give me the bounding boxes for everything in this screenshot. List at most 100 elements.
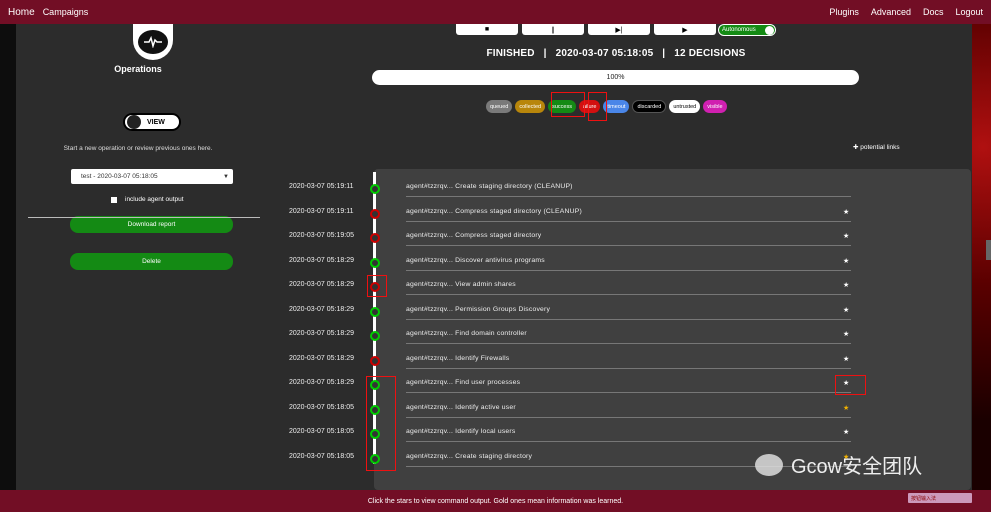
checkbox[interactable] bbox=[111, 196, 117, 203]
nav-logout[interactable]: Logout bbox=[955, 7, 983, 17]
pause-button[interactable]: ∥ bbox=[522, 24, 584, 35]
status-dot[interactable] bbox=[370, 208, 380, 219]
watermark: Gcow安全团队 bbox=[755, 450, 922, 479]
decision-date: 2020-03-07 05:18:05 bbox=[289, 428, 354, 435]
decision-date: 2020-03-07 05:18:29 bbox=[289, 354, 354, 362]
decision-date: 2020-03-07 05:18:29 bbox=[289, 256, 354, 264]
start-instructions: Start a new operation or review previous… bbox=[63, 145, 213, 152]
decision-text[interactable]: agent#tzzrqv... View admin shares bbox=[406, 281, 516, 288]
autonomous-label: Autonomous bbox=[722, 27, 756, 33]
status-dot[interactable] bbox=[370, 355, 380, 366]
decision-text[interactable]: agent#tzzrqv... Identify active user bbox=[406, 404, 516, 411]
nav-advanced[interactable]: Advanced bbox=[871, 7, 911, 17]
include-agent-output-label: include agent output bbox=[125, 196, 184, 203]
decision-date: 2020-03-07 05:18:29 bbox=[289, 330, 354, 337]
star-icon[interactable]: ★ bbox=[843, 208, 849, 216]
star-icon[interactable]: ★ bbox=[843, 428, 849, 436]
decision-date: 2020-03-07 05:19:11 bbox=[289, 183, 354, 190]
play-button[interactable]: ▶ bbox=[654, 24, 716, 35]
row-divider bbox=[406, 294, 851, 295]
view-toggle[interactable]: VIEW bbox=[123, 113, 181, 131]
footer-bar: Click the stars to view command output. … bbox=[0, 490, 991, 512]
watermark-text: Gcow安全团队 bbox=[791, 456, 923, 478]
row-divider bbox=[406, 196, 851, 197]
decision-date: 2020-03-07 05:18:29 bbox=[289, 305, 354, 313]
app-window: { "topnav": { "left": ["Home", "Campaign… bbox=[0, 0, 991, 512]
progress-bar: 100% bbox=[372, 70, 859, 85]
decision-date: 2020-03-07 05:18:29 bbox=[289, 379, 354, 386]
decision-date: 2020-03-07 05:19:11 bbox=[289, 207, 354, 215]
highlight-box bbox=[835, 375, 866, 395]
star-icon[interactable]: ★ bbox=[843, 355, 849, 363]
status-dot[interactable] bbox=[370, 184, 380, 194]
decision-text[interactable]: agent#tzzrqv... Identify local users bbox=[406, 428, 515, 435]
decision-date: 2020-03-07 05:18:05 bbox=[289, 403, 354, 411]
decision-text[interactable]: agent#tzzrqv... Find user processes bbox=[406, 379, 520, 386]
nav-plugins[interactable]: Plugins bbox=[829, 7, 859, 17]
row-divider bbox=[406, 245, 851, 246]
status-dot[interactable] bbox=[370, 233, 380, 243]
star-icon[interactable]: ★ bbox=[843, 404, 849, 412]
highlight-box bbox=[366, 376, 396, 471]
footer-hint: Click the stars to view command output. … bbox=[367, 497, 624, 505]
stop-button[interactable]: ■ bbox=[456, 24, 518, 35]
decision-date: 2020-03-07 05:19:05 bbox=[289, 232, 354, 239]
decision-text[interactable]: agent#tzzrqv... Compress staged director… bbox=[406, 232, 541, 239]
status-dot[interactable] bbox=[370, 306, 380, 317]
status-chip-0[interactable]: queued bbox=[486, 100, 513, 113]
status-dot[interactable] bbox=[370, 257, 380, 268]
nav-campaigns[interactable]: Campaigns bbox=[43, 7, 89, 17]
nav-docs[interactable]: Docs bbox=[923, 7, 944, 17]
operations-sidebar: Operations VIEW Start a new operation or… bbox=[16, 24, 260, 490]
decision-text[interactable]: agent#tzzrqv... Create staging directory bbox=[406, 453, 532, 460]
toggle-knob bbox=[765, 25, 774, 35]
decision-text[interactable]: agent#tzzrqv... Create staging directory… bbox=[406, 183, 573, 190]
download-report-button[interactable]: Download report bbox=[70, 216, 233, 233]
row-divider bbox=[406, 318, 851, 320]
star-icon[interactable]: ★ bbox=[843, 257, 849, 265]
row-divider bbox=[406, 269, 851, 271]
highlight-box bbox=[588, 92, 607, 121]
decision-text[interactable]: agent#tzzrqv... Compress staged director… bbox=[406, 208, 582, 215]
operation-status: FINISHED | 2020-03-07 05:18:05 | 12 DECI… bbox=[486, 48, 746, 59]
decision-row: 2020-03-07 05:18:29 agent#tzzrqv... Find … bbox=[260, 327, 972, 347]
toggle-knob bbox=[127, 115, 141, 129]
chat-icon bbox=[755, 453, 783, 476]
decision-text[interactable]: agent#tzzrqv... Discover antivirus progr… bbox=[406, 257, 545, 264]
decision-row: 2020-03-07 05:18:29 agent#tzzrqv... Disco… bbox=[260, 254, 972, 274]
autonomous-toggle[interactable]: Autonomous bbox=[718, 24, 776, 36]
decision-date: 2020-03-07 05:18:29 bbox=[289, 281, 354, 288]
decision-row: 2020-03-07 05:19:05 agent#tzzrqv... Compr… bbox=[260, 229, 972, 249]
decision-text[interactable]: agent#tzzrqv... Identify Firewalls bbox=[406, 355, 509, 362]
star-icon[interactable]: ★ bbox=[843, 306, 849, 314]
potential-links-button[interactable]: ✚ potential links bbox=[853, 143, 900, 151]
decision-text[interactable]: agent#tzzrqv... Find domain controller bbox=[406, 330, 527, 337]
star-icon[interactable]: ★ bbox=[843, 232, 849, 240]
status-chip-6[interactable]: untrusted bbox=[669, 100, 701, 113]
nav-home[interactable]: Home bbox=[8, 7, 35, 18]
status-chip-1[interactable]: collected bbox=[515, 100, 546, 113]
operations-logo bbox=[133, 24, 173, 60]
include-agent-output[interactable]: include agent output bbox=[111, 196, 184, 203]
row-divider bbox=[406, 367, 851, 369]
decision-text[interactable]: agent#tzzrqv... Permission Groups Discov… bbox=[406, 306, 550, 313]
step-button[interactable]: ▶| bbox=[588, 24, 650, 35]
decision-row: 2020-03-07 05:18:29 agent#tzzrqv... Permi… bbox=[260, 303, 972, 323]
highlight-box bbox=[551, 92, 585, 117]
scrollbar[interactable] bbox=[986, 240, 991, 260]
operation-select[interactable]: test - 2020-03-07 05:18:05 ▼ bbox=[71, 169, 233, 184]
decision-row: 2020-03-07 05:19:11 agent#tzzrqv... Creat… bbox=[260, 180, 972, 200]
row-divider bbox=[406, 441, 851, 442]
star-icon[interactable]: ★ bbox=[843, 330, 849, 338]
status-chip-5[interactable]: discarded bbox=[632, 100, 667, 113]
row-divider bbox=[406, 343, 851, 344]
status-chip-4[interactable]: timeout bbox=[603, 100, 630, 113]
top-navigation: Home Campaigns Plugins Advanced Docs Log… bbox=[0, 0, 991, 24]
status-chip-7[interactable]: visible bbox=[703, 100, 727, 113]
delete-button[interactable]: Delete bbox=[70, 253, 233, 270]
star-icon[interactable]: ★ bbox=[843, 281, 849, 289]
chevron-down-icon: ▼ bbox=[223, 173, 229, 180]
heartbeat-icon bbox=[138, 30, 168, 54]
view-label: VIEW bbox=[147, 118, 165, 126]
status-dot[interactable] bbox=[370, 331, 380, 341]
